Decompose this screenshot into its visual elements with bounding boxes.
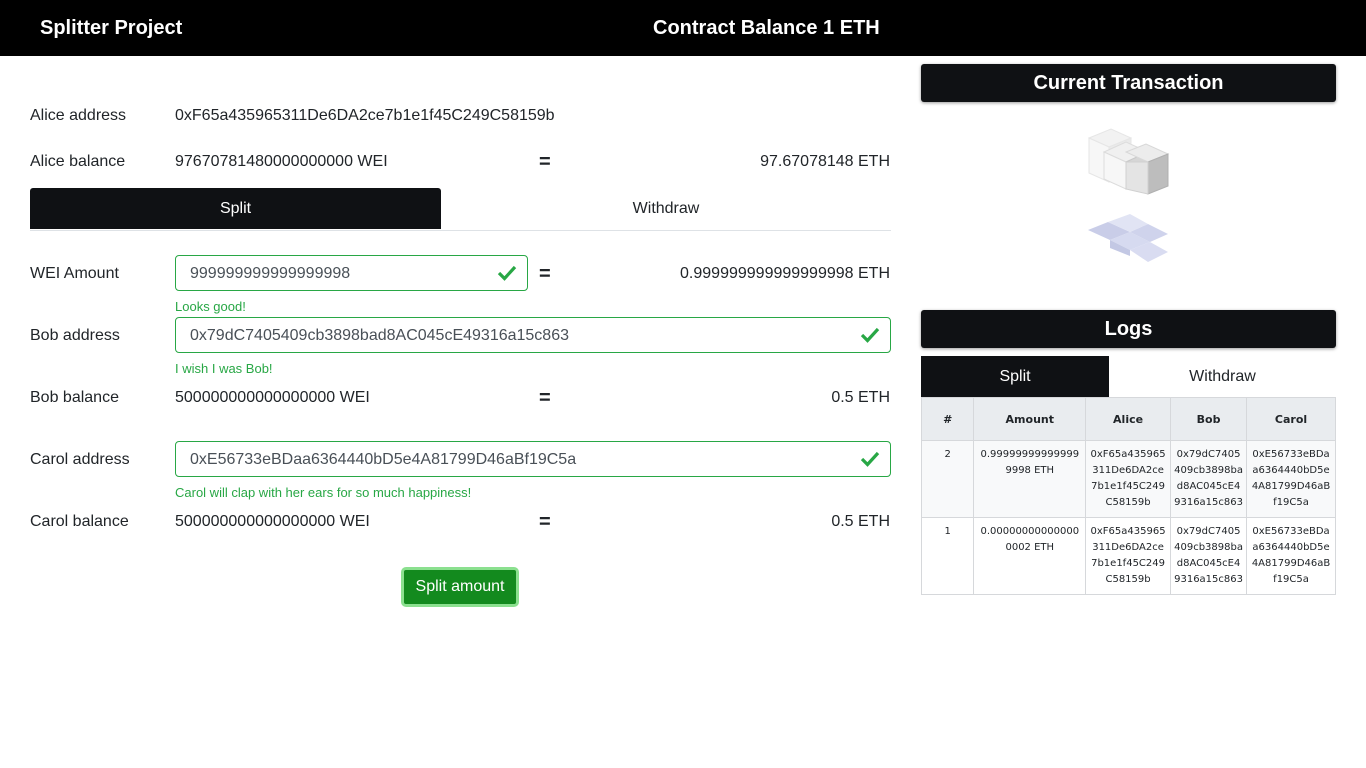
blockchain-cubes-icon	[1087, 128, 1170, 262]
current-transaction-header: Current Transaction	[921, 64, 1336, 102]
tab-withdraw[interactable]: Withdraw	[441, 188, 891, 229]
alice-balance-label: Alice balance	[30, 153, 126, 170]
wei-amount-eth: 0.999999999999999998 ETH	[680, 265, 890, 282]
row-amount: 0.999999999999999998 ETH	[973, 440, 1087, 518]
tab-split[interactable]: Split	[30, 188, 441, 229]
carol-address-input[interactable]	[188, 442, 842, 478]
wei-amount-input[interactable]	[188, 256, 492, 292]
carol-balance-eth: 0.5 ETH	[831, 513, 890, 530]
logs-header: Logs	[921, 310, 1336, 348]
app-title[interactable]: Splitter Project	[40, 17, 182, 40]
valid-check-icon	[497, 265, 517, 281]
bob-address-label: Bob address	[30, 327, 120, 344]
split-amount-button[interactable]: Split amount	[401, 567, 519, 607]
col-header-number: #	[920, 397, 975, 441]
col-header-alice: Alice	[1085, 397, 1172, 441]
alice-balance-eth: 97.67078148 ETH	[760, 153, 890, 170]
row-alice-address: 0xF65a435965311De6DA2ce7b1e1f45C249C5815…	[1085, 440, 1172, 518]
carol-balance-wei: 500000000000000000 WEI	[175, 513, 370, 530]
alice-balance-wei: 97670781480000000000 WEI	[175, 153, 388, 170]
valid-check-icon	[860, 451, 880, 467]
row-carol-address: 0xE56733eBDaa6364440bD5e4A81799D46aBf19C…	[1246, 517, 1336, 595]
wei-amount-field	[175, 255, 528, 292]
row-alice-address: 0xF65a435965311De6DA2ce7b1e1f45C249C5815…	[1085, 517, 1172, 595]
top-navbar: Splitter Project Contract Balance 1 ETH	[0, 0, 1366, 56]
valid-check-icon	[860, 327, 880, 343]
logs-tab-withdraw[interactable]: Withdraw	[1109, 356, 1336, 398]
row-number: 2	[920, 440, 975, 518]
equals-sign: =	[539, 387, 551, 409]
bob-balance-label: Bob balance	[30, 389, 119, 406]
equals-sign: =	[539, 511, 551, 533]
row-carol-address: 0xE56733eBDaa6364440bD5e4A81799D46aBf19C…	[1246, 440, 1336, 518]
carol-address-label: Carol address	[30, 451, 130, 468]
col-header-amount: Amount	[973, 397, 1087, 441]
table-row: 1 0.000000000000000002 ETH 0xF65a4359653…	[920, 517, 1336, 595]
wei-amount-label: WEI Amount	[30, 265, 119, 282]
row-number: 1	[920, 517, 975, 595]
equals-sign: =	[539, 151, 551, 173]
col-header-bob: Bob	[1170, 397, 1248, 441]
row-bob-address: 0x79dC7405409cb3898bad8AC045cE49316a15c8…	[1170, 517, 1248, 595]
equals-sign: =	[539, 263, 551, 285]
row-amount: 0.000000000000000002 ETH	[973, 517, 1087, 595]
bob-address-field	[175, 317, 891, 354]
logs-table: # Amount Alice Bob Carol 2 0.99999999999…	[920, 397, 1336, 595]
bob-address-feedback: I wish I was Bob!	[175, 361, 273, 376]
bob-balance-eth: 0.5 ETH	[831, 389, 890, 406]
logs-tab-split[interactable]: Split	[921, 356, 1109, 398]
col-header-carol: Carol	[1246, 397, 1336, 441]
bob-address-input[interactable]	[188, 318, 842, 354]
bob-balance-wei: 500000000000000000 WEI	[175, 389, 370, 406]
carol-address-feedback: Carol will clap with her ears for so muc…	[175, 485, 472, 500]
alice-address-label: Alice address	[30, 107, 127, 124]
alice-address-value: 0xF65a435965311De6DA2ce7b1e1f45C249C5815…	[175, 107, 555, 124]
carol-address-field	[175, 441, 891, 478]
contract-balance: Contract Balance 1 ETH	[653, 17, 880, 39]
wei-amount-feedback: Looks good!	[175, 299, 246, 314]
logs-tabs: Split Withdraw	[921, 356, 1336, 398]
table-row: 2 0.999999999999999998 ETH 0xF65a4359653…	[920, 440, 1336, 518]
logs-table-header-row: # Amount Alice Bob Carol	[920, 397, 1336, 441]
row-bob-address: 0x79dC7405409cb3898bad8AC045cE49316a15c8…	[1170, 440, 1248, 518]
action-tabs: Split Withdraw	[30, 188, 891, 231]
carol-balance-label: Carol balance	[30, 513, 129, 530]
